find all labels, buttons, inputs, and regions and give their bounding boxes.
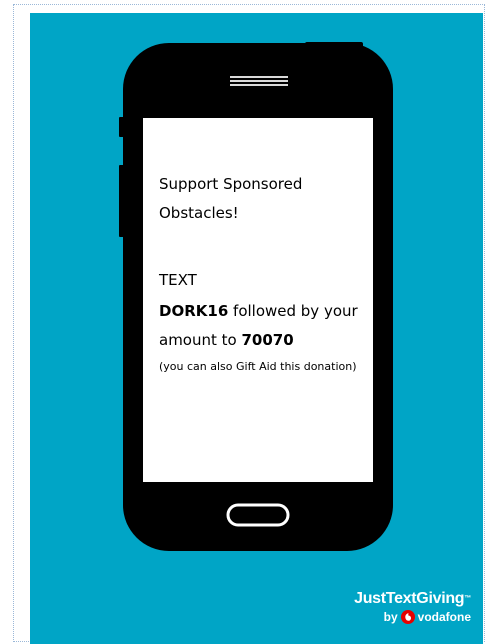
phone-side-button-large (119, 165, 125, 237)
phone-screen: Support Sponsored Obstacles! TEXT DORK16… (143, 118, 373, 482)
brand-by-text: by (383, 610, 398, 624)
gift-aid-note: (you can also Gift Aid this donation) (159, 360, 357, 373)
brand-partner-text: vodafone (417, 610, 471, 624)
short-number: 70070 (241, 331, 294, 349)
brand-name: JustTextGiving™ (354, 590, 471, 608)
phone-side-button-small (119, 117, 125, 137)
text-instructions: DORK16 followed by your amount to 70070 (159, 297, 365, 355)
speaker-grille-icon (230, 76, 288, 86)
phone-top-button (305, 42, 363, 48)
screen-heading: Support Sponsored Obstacles! (159, 175, 303, 222)
vodafone-logo-icon (400, 610, 415, 624)
text-label: TEXT (159, 271, 197, 289)
brand-byline: by vodafone (354, 608, 471, 626)
justtextgiving-brand: JustTextGiving™ by vodafone (354, 590, 471, 626)
text-code: DORK16 (159, 302, 229, 320)
brand-name-text: JustTextGiving (354, 590, 465, 607)
trademark-symbol: ™ (464, 595, 471, 602)
